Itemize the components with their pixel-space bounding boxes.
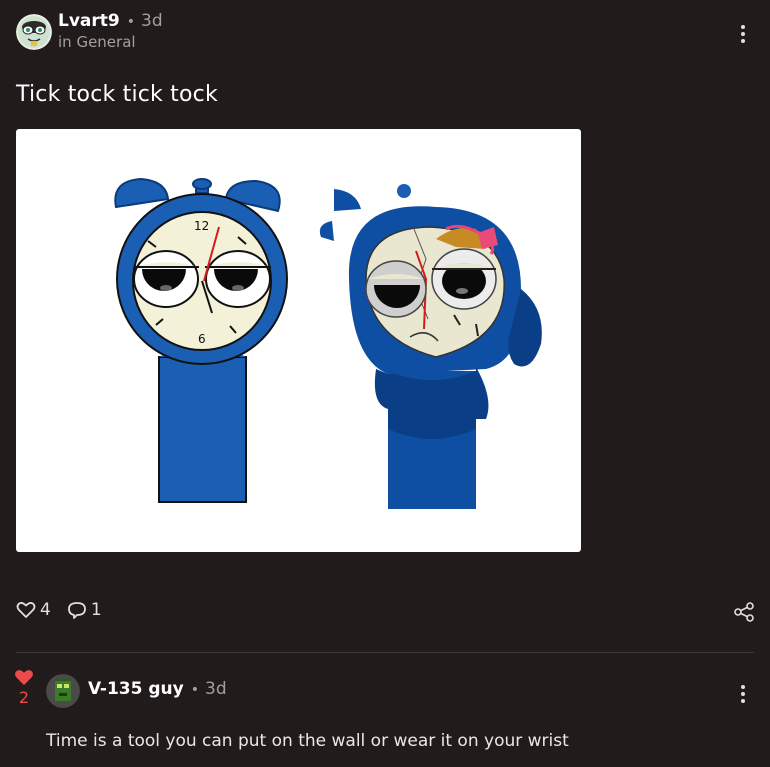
post-header: Lvart9 • 3d in General [16, 13, 163, 50]
community-label[interactable]: in General [58, 35, 163, 50]
comment-text: Time is a tool you can put on the wall o… [46, 731, 569, 751]
author-block: Lvart9 • 3d in General [58, 13, 163, 50]
heart-outline-icon [16, 602, 36, 618]
clock-illustration-left: 12 6 [114, 177, 288, 503]
clock-illustration-right [319, 184, 542, 509]
comment-more-icon[interactable] [738, 685, 748, 703]
separator-dot: • [190, 681, 199, 698]
svg-text:12: 12 [194, 219, 209, 233]
comment-like-count: 2 [18, 688, 30, 707]
separator-dot: • [126, 13, 135, 30]
like-count: 4 [40, 600, 51, 620]
speech-bubble-icon [67, 601, 86, 619]
like-action[interactable]: 4 [16, 600, 51, 620]
author-line: Lvart9 • 3d [58, 13, 163, 30]
post-image[interactable]: 12 6 [16, 129, 581, 552]
comment-time: 3d [205, 679, 227, 699]
heart-filled-icon [15, 670, 33, 685]
comment-like-button[interactable]: 2 [14, 669, 34, 707]
comment-action[interactable]: 1 [67, 600, 102, 620]
post-more-icon[interactable] [738, 25, 748, 43]
author-avatar[interactable] [16, 13, 52, 50]
post-page: Lvart9 • 3d in General Tick tock tick to… [0, 0, 770, 767]
post-title: Tick tock tick tock [16, 82, 218, 107]
post-time: 3d [141, 11, 163, 31]
share-icon[interactable] [734, 602, 754, 626]
post-actions: 4 1 [16, 600, 102, 620]
comment-count: 1 [90, 600, 102, 620]
divider [16, 652, 754, 653]
commenter-avatar[interactable] [46, 674, 80, 708]
author-name[interactable]: Lvart9 [58, 13, 120, 30]
svg-text:6: 6 [198, 332, 206, 346]
comment-author-line: V-135 guy • 3d [88, 681, 227, 698]
commenter-name[interactable]: V-135 guy [88, 681, 184, 698]
